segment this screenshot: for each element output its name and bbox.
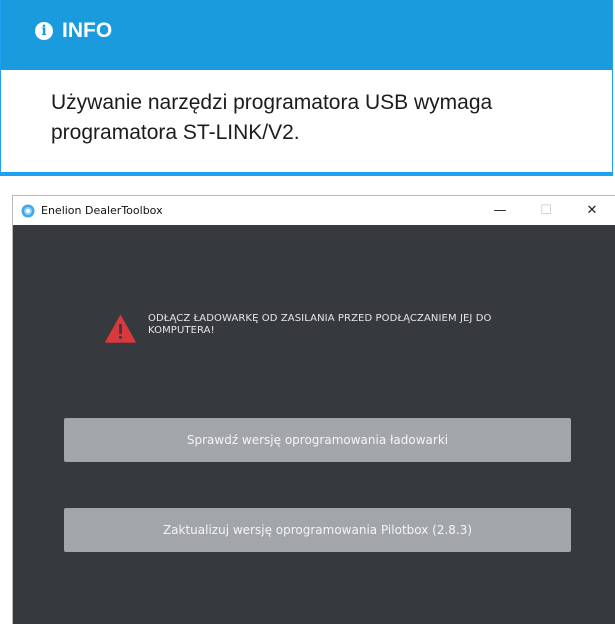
close-button[interactable]: ✕ bbox=[569, 196, 615, 225]
app-logo-icon bbox=[21, 204, 35, 217]
maximize-button[interactable]: ☐ bbox=[523, 196, 569, 225]
info-heading: INFO bbox=[62, 19, 113, 42]
window-title: Enelion DealerToolbox bbox=[41, 204, 163, 217]
minimize-button[interactable]: — bbox=[477, 196, 523, 225]
info-circle-icon: i bbox=[35, 22, 53, 40]
check-firmware-button[interactable]: Sprawdź wersję oprogramowania ładowarki bbox=[64, 418, 571, 462]
warning-text: ODŁĄCZ ŁADOWARKĘ OD ZASILANIA PRZED PODŁ… bbox=[148, 313, 492, 336]
window-titlebar[interactable]: Enelion DealerToolbox — ☐ ✕ bbox=[13, 196, 615, 225]
app-window: Enelion DealerToolbox — ☐ ✕ ODŁĄCZ ŁADOW… bbox=[12, 195, 615, 624]
warning-message: ODŁĄCZ ŁADOWARKĘ OD ZASILANIA PRZED PODŁ… bbox=[105, 313, 548, 343]
warning-triangle-icon bbox=[105, 315, 136, 343]
update-pilotbox-button[interactable]: Zaktualizuj wersję oprogramowania Pilotb… bbox=[64, 508, 571, 552]
info-message: Używanie narzędzi programatora USB wymag… bbox=[51, 91, 493, 144]
window-controls: — ☐ ✕ bbox=[477, 196, 615, 225]
info-callout: i INFO Używanie narzędzi programatora US… bbox=[0, 0, 613, 176]
info-callout-header: i INFO bbox=[1, 0, 612, 70]
